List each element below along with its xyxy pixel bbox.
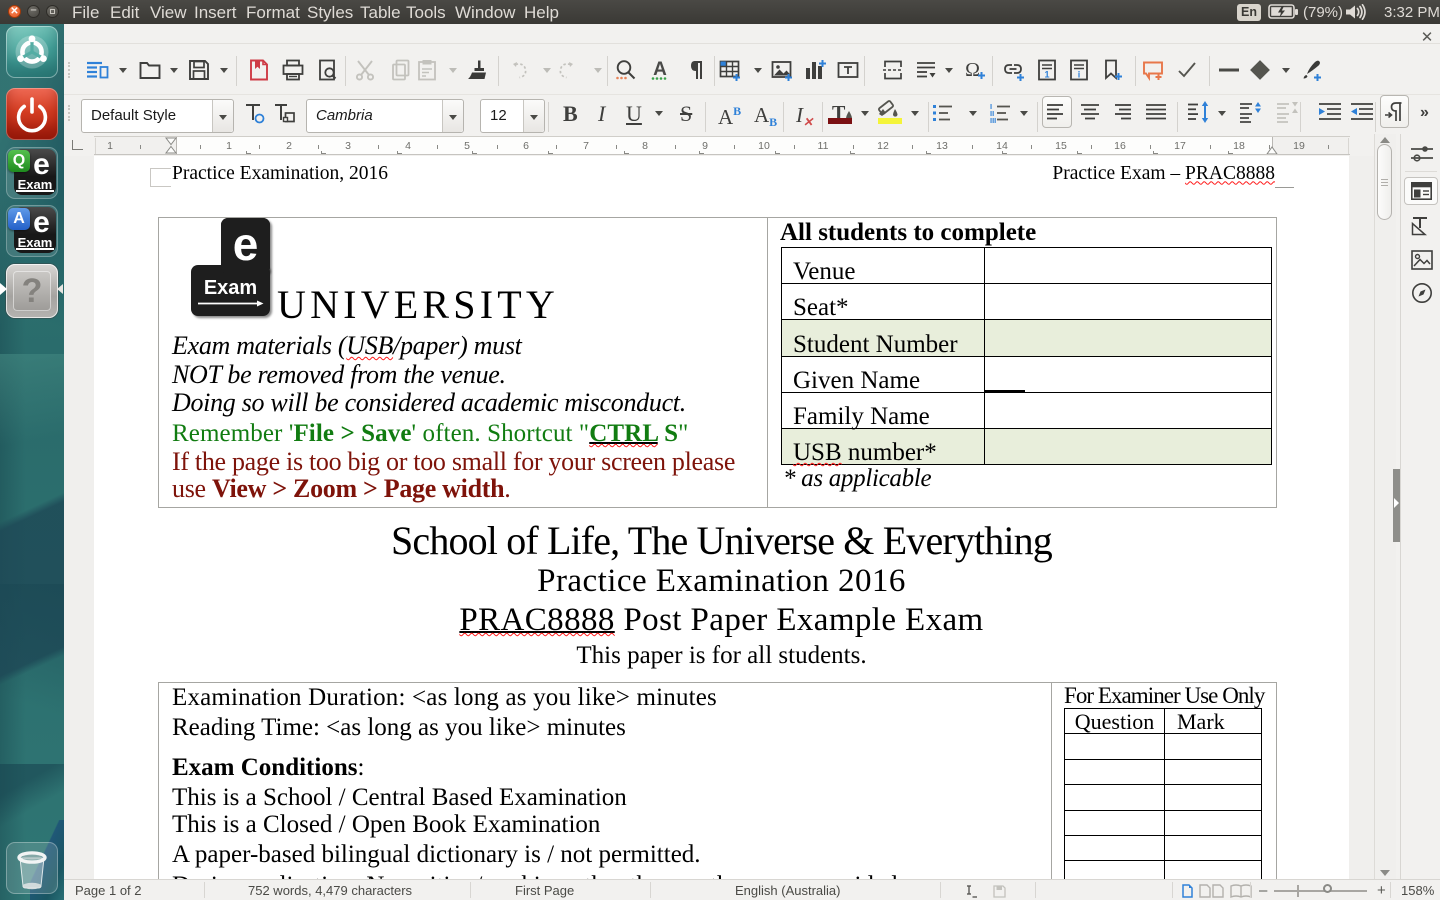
svg-text:Ω: Ω xyxy=(965,59,980,81)
svg-text:A: A xyxy=(653,59,667,80)
svg-text:III: III xyxy=(990,116,996,125)
svg-text:1: 1 xyxy=(1044,70,1049,80)
svg-text:i: i xyxy=(1078,70,1081,80)
